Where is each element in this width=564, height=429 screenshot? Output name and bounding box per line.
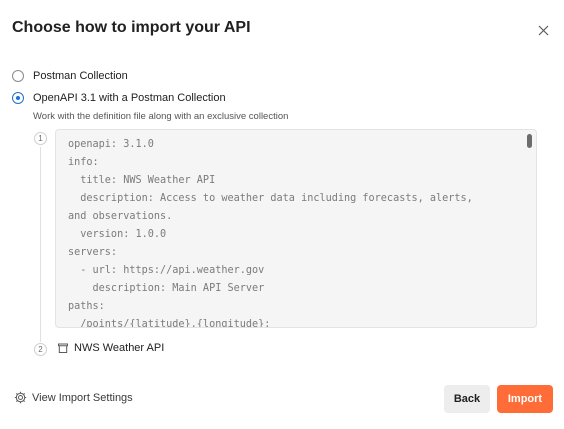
definition-preview[interactable]: openapi: 3.1.0 info: title: NWS Weather … [55,129,537,328]
code-line: description: Access to weather data incl… [68,193,473,204]
dialog-title: Choose how to import your API [12,19,251,36]
step-connector [40,147,41,342]
radio-postman-collection[interactable] [12,70,24,82]
step-number-1: 1 [34,132,47,145]
code-line: version: 1.0.0 [68,229,167,240]
code-line: description: Main API Server [68,283,265,294]
import-button[interactable]: Import [497,385,553,413]
code-line: paths: [68,301,105,312]
view-import-settings-link[interactable]: View Import Settings [14,391,133,404]
code-line: - url: https://api.weather.gov [68,265,265,276]
collection-name: NWS Weather API [74,342,165,354]
code-line: openapi: 3.1.0 [68,139,154,150]
code-line: title: NWS Weather API [68,175,216,186]
radio-openapi-with-collection[interactable] [12,92,24,104]
collection-icon [58,343,68,353]
back-button[interactable]: Back [444,385,490,413]
option-openapi-with-collection[interactable]: OpenAPI 3.1 with a Postman Collection [12,92,226,104]
option-postman-collection[interactable]: Postman Collection [12,70,128,82]
option-label: Postman Collection [33,70,128,82]
gear-icon [14,391,27,404]
option-label: OpenAPI 3.1 with a Postman Collection [33,92,226,104]
code-line: info: [68,157,99,168]
close-button[interactable] [533,20,553,40]
code-line: /points/{latitude},{longitude}: [68,319,271,328]
close-icon [538,25,548,35]
code-line: servers: [68,247,118,258]
step-number-2: 2 [34,343,47,356]
view-import-settings-label: View Import Settings [32,391,133,404]
collection-item[interactable]: NWS Weather API [57,342,164,354]
code-line: and observations. [68,211,173,222]
scrollbar-thumb[interactable] [527,134,532,148]
option-description: Work with the definition file along with… [33,111,289,122]
definition-code: openapi: 3.1.0 info: title: NWS Weather … [56,130,536,328]
